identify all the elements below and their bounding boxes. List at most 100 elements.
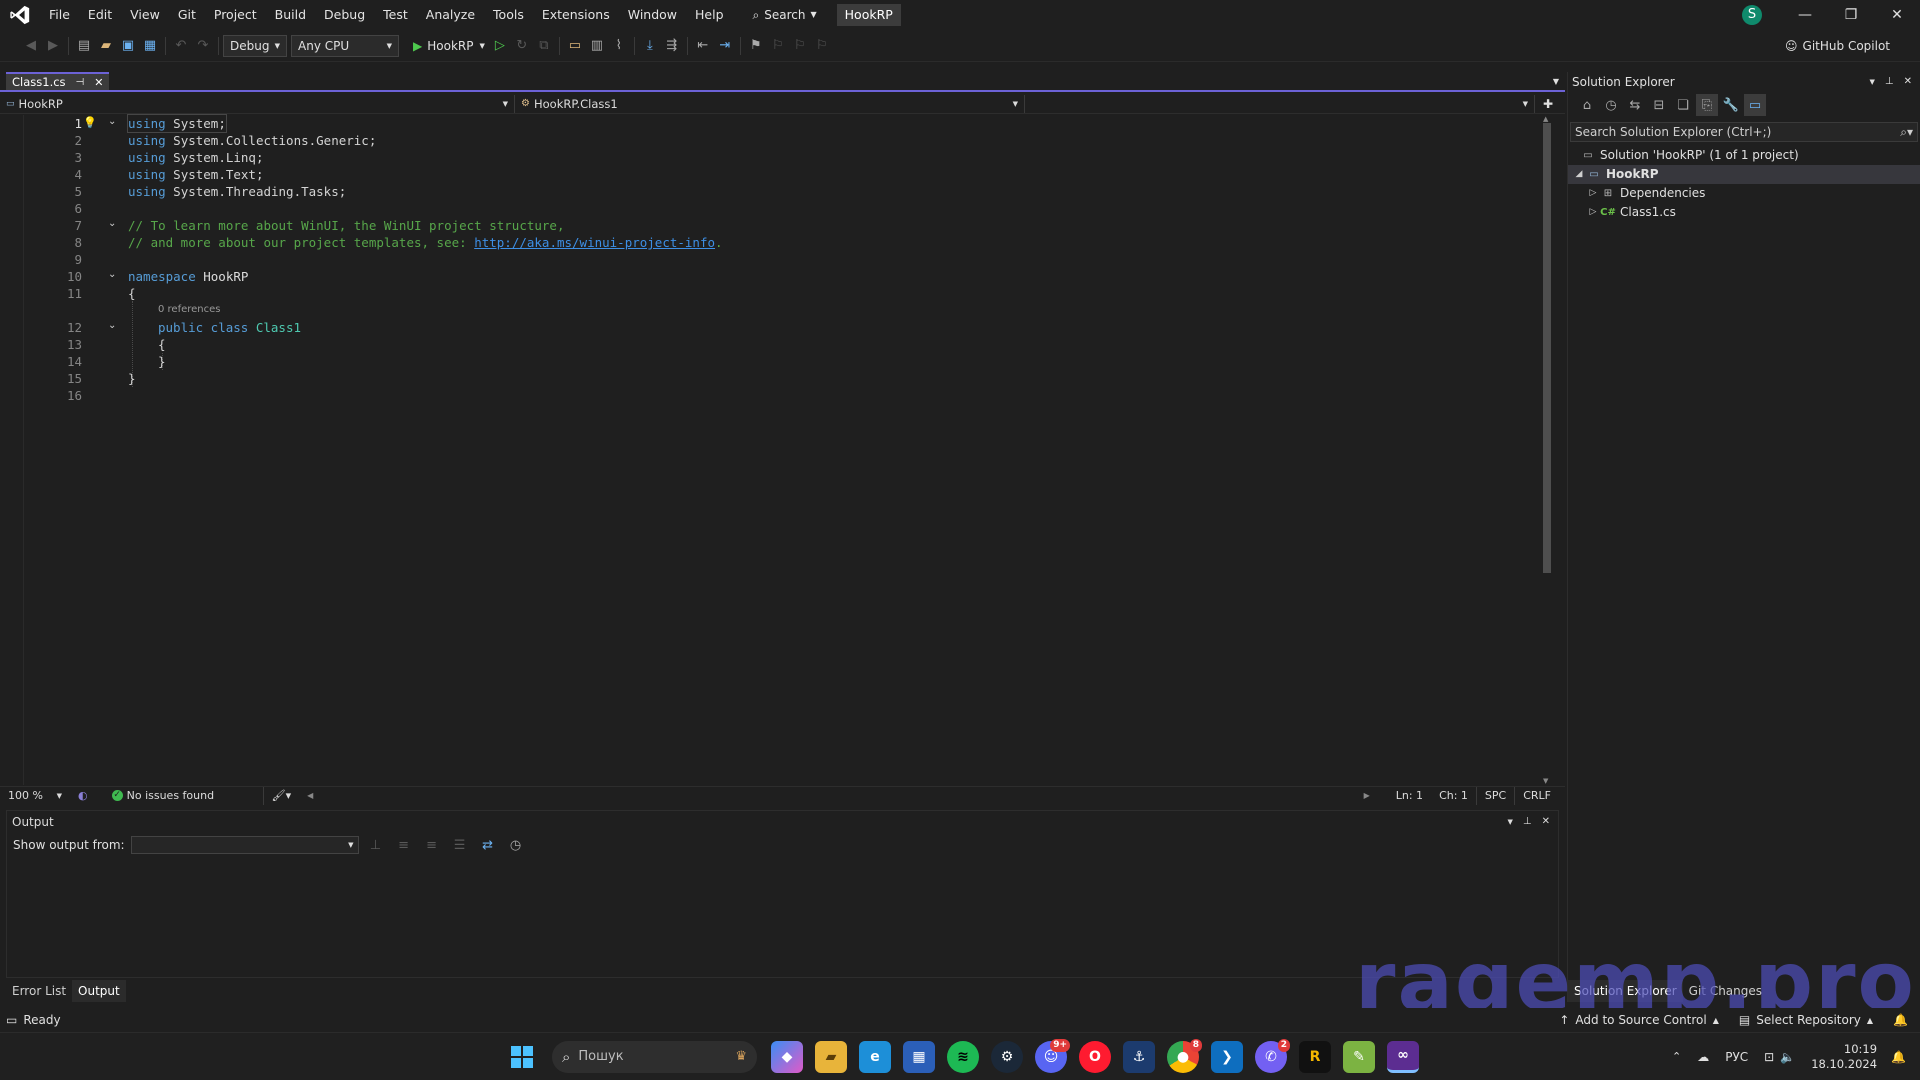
notepad-plus-icon[interactable]: ✎ (1343, 1040, 1375, 1073)
properties-icon[interactable]: 🔧 (1720, 94, 1742, 116)
chrome-icon[interactable]: ● 8 (1167, 1038, 1202, 1073)
start-without-debugging-icon[interactable]: ▷ (489, 35, 511, 57)
menu-edit[interactable]: Edit (79, 0, 121, 30)
language-indicator[interactable]: РУС (1725, 1050, 1748, 1064)
onedrive-icon[interactable]: ☁ (1697, 1050, 1709, 1064)
viber-icon[interactable]: ✆ 2 (1255, 1038, 1290, 1073)
layout-icon[interactable]: ▥ (586, 35, 608, 57)
open-folder-icon[interactable]: ▰ (95, 35, 117, 57)
back-icon[interactable]: ◀ (20, 35, 42, 57)
tree-solution-node[interactable]: ▭ Solution 'HookRP' (1 of 1 project) (1568, 146, 1920, 165)
expanded-arrow-icon[interactable]: ◢ (1572, 165, 1586, 184)
prev-bookmark-icon[interactable]: ⚐ (767, 35, 789, 57)
menu-project[interactable]: Project (205, 0, 266, 30)
notification-bell-icon[interactable]: 🔔 (1891, 1050, 1906, 1064)
browser-link-icon[interactable]: ⧉ (533, 35, 555, 57)
line-indicator[interactable]: Ln: 1 (1388, 787, 1431, 805)
scroll-right-icon[interactable]: ▶ (1356, 787, 1378, 805)
avatar[interactable]: S (1742, 5, 1762, 25)
solution-icon[interactable]: ▭ (564, 35, 586, 57)
word-wrap-icon[interactable]: ⇄ (477, 834, 499, 856)
store-icon[interactable]: ▦ (903, 1040, 935, 1073)
class-nav-combo[interactable]: ⚙ HookRP.Class1 ▼ (515, 94, 1025, 113)
menu-debug[interactable]: Debug (315, 0, 374, 30)
menu-tools[interactable]: Tools (484, 0, 533, 30)
pin-icon[interactable]: ⊥ (1523, 811, 1532, 833)
chevron-down-icon[interactable]: ▼ (1508, 811, 1513, 833)
close-icon[interactable]: ✕ (1874, 0, 1920, 30)
collapsed-arrow-icon[interactable]: ▷ (1586, 203, 1600, 222)
undo-icon[interactable]: ↶ (170, 35, 192, 57)
hot-reload-icon[interactable]: ↻ (511, 35, 533, 57)
opera-icon[interactable]: O (1079, 1040, 1111, 1073)
lightbulb-icon[interactable]: 💡 (83, 116, 97, 129)
find-message-icon[interactable]: ⊥ (365, 834, 387, 856)
tree-project-node[interactable]: ◢ ▭ HookRP (1568, 165, 1920, 184)
clear-all-icon[interactable]: ☰ (449, 834, 471, 856)
close-icon[interactable]: ✕ (1904, 72, 1912, 92)
collapse-chevron-icon[interactable]: ⌄ (108, 269, 116, 280)
add-to-source-control-button[interactable]: ↑ Add to Source Control ▲ (1559, 1013, 1719, 1027)
bookmark-icon[interactable]: ⚑ (745, 35, 767, 57)
format-icon[interactable]: ⇶ (661, 35, 683, 57)
windows-start-icon[interactable] (506, 1041, 538, 1073)
line-ending-indicator[interactable]: CRLF (1514, 786, 1559, 805)
editor-vertical-scrollbar[interactable]: ▲ ▼ (1540, 115, 1554, 785)
menu-help[interactable]: Help (686, 0, 733, 30)
tree-dependencies-node[interactable]: ▷ ⊞ Dependencies (1568, 184, 1920, 203)
save-icon[interactable]: ▣ (117, 35, 139, 57)
next-bookmark-icon[interactable]: ⚐ (789, 35, 811, 57)
tree-file-node[interactable]: ▷ C# Class1.cs (1568, 203, 1920, 222)
tab-error-list[interactable]: Error List (6, 980, 72, 1002)
filter-icon[interactable]: ⎘ (1696, 94, 1718, 116)
clock[interactable]: 10:19 18.10.2024 (1811, 1042, 1877, 1072)
timestamp-icon[interactable]: ◷ (505, 834, 527, 856)
next-message-icon[interactable]: ≡ (421, 834, 443, 856)
restore-icon[interactable]: ❐ (1828, 0, 1874, 30)
minimize-icon[interactable]: — (1782, 0, 1828, 30)
intellicode-icon[interactable]: ◐ (70, 787, 96, 805)
scrollbar-thumb[interactable] (1543, 123, 1551, 573)
codelens-references[interactable]: 0 references (158, 304, 221, 315)
visual-studio-taskbar-icon[interactable]: ∞ (1387, 1040, 1419, 1073)
collapse-all-icon[interactable]: ⊟ (1648, 94, 1670, 116)
char-indicator[interactable]: Ch: 1 (1431, 787, 1476, 805)
menu-window[interactable]: Window (619, 0, 686, 30)
network-icon[interactable]: ⊡ (1764, 1050, 1774, 1064)
solution-explorer-search[interactable]: Search Solution Explorer (Ctrl+;) ⌕▾ (1570, 122, 1918, 142)
edge-icon[interactable]: e (859, 1040, 891, 1073)
solution-name-badge[interactable]: HookRP (836, 4, 901, 26)
collapse-chevron-icon[interactable]: ⌄ (108, 116, 116, 127)
discord-icon[interactable]: ☺ 9+ (1035, 1038, 1070, 1073)
select-repository-button[interactable]: ▤ Select Repository ▲ (1739, 1013, 1873, 1027)
rage-launcher-icon[interactable]: R (1299, 1040, 1331, 1073)
menu-test[interactable]: Test (374, 0, 417, 30)
issues-indicator[interactable]: ✓ No issues found (104, 786, 264, 805)
tab-output[interactable]: Output (72, 980, 126, 1002)
member-nav-combo[interactable]: ▼ (1025, 94, 1535, 113)
spotify-icon[interactable]: ≋ (947, 1040, 979, 1073)
comment-icon[interactable]: ⌇ (608, 35, 630, 57)
collapse-chevron-icon[interactable]: ⌄ (108, 320, 116, 331)
scroll-left-icon[interactable]: ◀ (299, 787, 321, 805)
output-source-select[interactable]: ▼ (130, 836, 359, 854)
code-editor[interactable]: 💡 1 2 3 4 5 6 7 8 9 10 11 12 13 14 15 16… (0, 114, 1538, 785)
menu-git[interactable]: Git (169, 0, 205, 30)
menu-view[interactable]: View (121, 0, 169, 30)
menu-analyze[interactable]: Analyze (417, 0, 484, 30)
clear-bookmarks-icon[interactable]: ⚐ (811, 35, 833, 57)
platform-select[interactable]: Any CPU ▼ (291, 34, 399, 57)
github-copilot-button[interactable]: ☺ GitHub Copilot (1785, 39, 1890, 53)
scroll-up-icon[interactable]: ▲ (1543, 115, 1548, 123)
vscode-icon[interactable]: ❯ (1211, 1040, 1243, 1073)
menu-file[interactable]: File (40, 0, 79, 30)
start-debugging-button[interactable]: ▶ HookRP ▼ (409, 35, 489, 57)
tray-chevron-icon[interactable]: ⌃ (1672, 1050, 1681, 1063)
redo-icon[interactable]: ↷ (192, 35, 214, 57)
home-icon[interactable]: ⌂ (1576, 94, 1598, 116)
pin-icon[interactable]: ⊣ (76, 77, 85, 88)
zoom-select[interactable]: 100 % ▼ (0, 787, 70, 805)
tab-overflow-icon[interactable]: ▼ (1553, 77, 1559, 86)
prev-message-icon[interactable]: ≡ (393, 834, 415, 856)
code-cleanup-icon[interactable]: 🖌▾ (264, 787, 300, 805)
